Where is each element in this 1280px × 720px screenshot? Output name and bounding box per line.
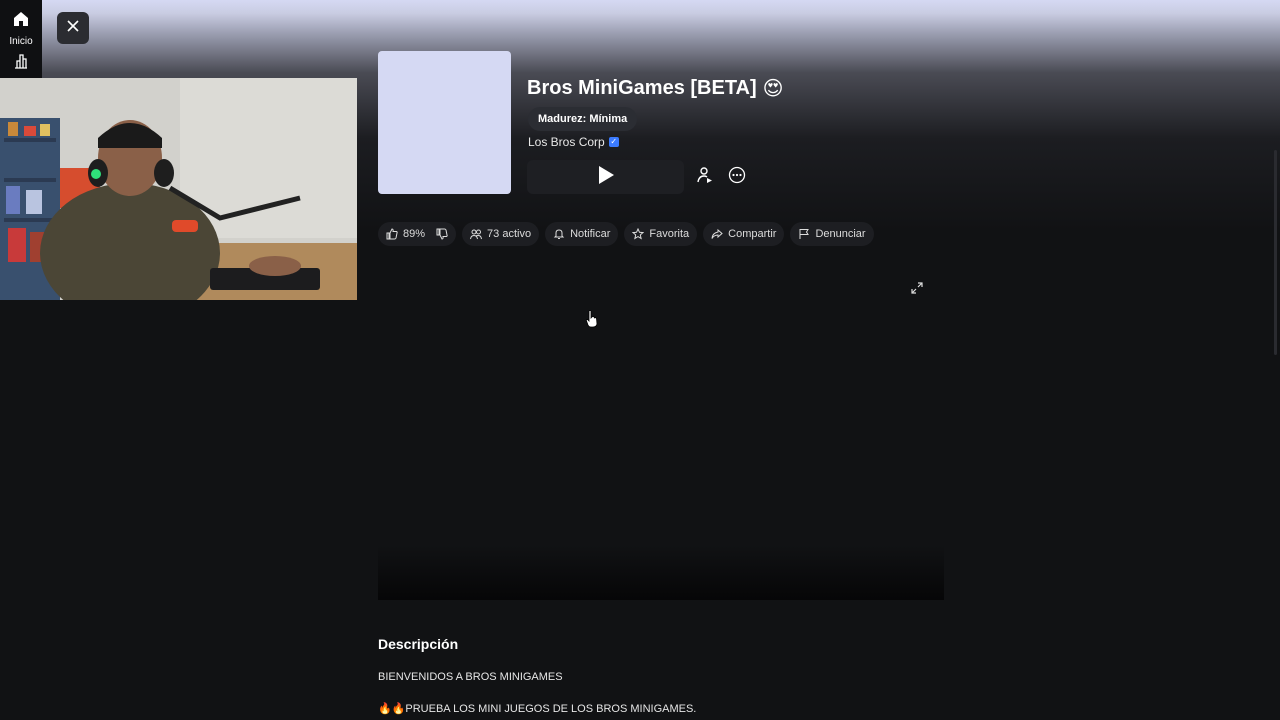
media-carousel-bottom <box>378 545 944 600</box>
webcam-overlay <box>0 78 357 300</box>
left-nav-rail: Inicio <box>0 0 42 80</box>
game-title-text: Bros MiniGames [BETA] <box>527 77 757 99</box>
rating-pill: 89% <box>378 222 457 246</box>
home-icon <box>12 10 30 33</box>
share-label: Compartir <box>728 228 777 240</box>
play-button[interactable] <box>527 160 684 194</box>
expand-icon <box>910 281 924 300</box>
favorite-label: Favorita <box>649 228 690 240</box>
page-scrollbar[interactable] <box>1274 150 1277 355</box>
game-thumbnail <box>378 51 511 194</box>
title-emoji: 😍 <box>762 78 784 100</box>
nav-home-label: Inicio <box>9 36 33 47</box>
game-title: Bros MiniGames [BETA] 😍 <box>527 76 784 101</box>
webcam-scene <box>0 78 357 300</box>
flag-icon <box>798 228 810 240</box>
thumbs-down-icon[interactable] <box>436 228 448 240</box>
thumbs-up-icon[interactable] <box>386 228 398 240</box>
close-button[interactable] <box>57 12 89 44</box>
maturity-badge: Madurez: Mínima <box>528 107 638 131</box>
more-options-icon <box>728 166 746 189</box>
hand-cursor-icon <box>585 310 598 333</box>
active-count: 73 activo <box>487 228 532 240</box>
bell-icon <box>553 228 565 240</box>
bar-chart-icon <box>13 53 29 74</box>
star-icon <box>632 228 645 240</box>
share-button[interactable]: Compartir <box>703 222 785 246</box>
like-percent: 89% <box>403 228 426 240</box>
notify-label: Notificar <box>570 228 611 240</box>
fire-emoji: 🔥🔥 <box>378 703 406 715</box>
user-play-icon <box>696 166 714 189</box>
verified-badge-icon: ✓ <box>608 137 619 147</box>
creator-link[interactable]: Los Bros Corp ✓ <box>528 135 619 149</box>
action-bar: 89% 73 activo Notificar Favorita Compart… <box>378 222 874 246</box>
creator-name: Los Bros Corp <box>528 135 605 149</box>
users-icon <box>470 228 483 240</box>
description-line-2-text: PRUEBA LOS MINI JUEGOS DE LOS BROS MINIG… <box>405 703 697 715</box>
active-players-pill: 73 activo <box>462 222 540 246</box>
share-icon <box>711 228 723 240</box>
favorite-button[interactable]: Favorita <box>624 222 698 246</box>
more-options-button[interactable] <box>724 164 750 190</box>
expand-media-button[interactable] <box>905 278 929 302</box>
close-icon <box>67 19 79 37</box>
notify-button[interactable]: Notificar <box>545 222 619 246</box>
description-line-1: BIENVENIDOS A BROS MINIGAMES <box>378 671 563 683</box>
nav-item-charts[interactable] <box>13 53 29 74</box>
description-line-2: 🔥🔥PRUEBA LOS MINI JUEGOS DE LOS BROS MIN… <box>378 702 696 715</box>
report-label: Denunciar <box>815 228 866 240</box>
report-button[interactable]: Denunciar <box>790 222 874 246</box>
play-with-friends-button[interactable] <box>692 164 718 190</box>
description-heading: Descripción <box>378 636 459 652</box>
nav-item-home[interactable]: Inicio <box>9 10 33 47</box>
play-icon <box>597 165 615 190</box>
